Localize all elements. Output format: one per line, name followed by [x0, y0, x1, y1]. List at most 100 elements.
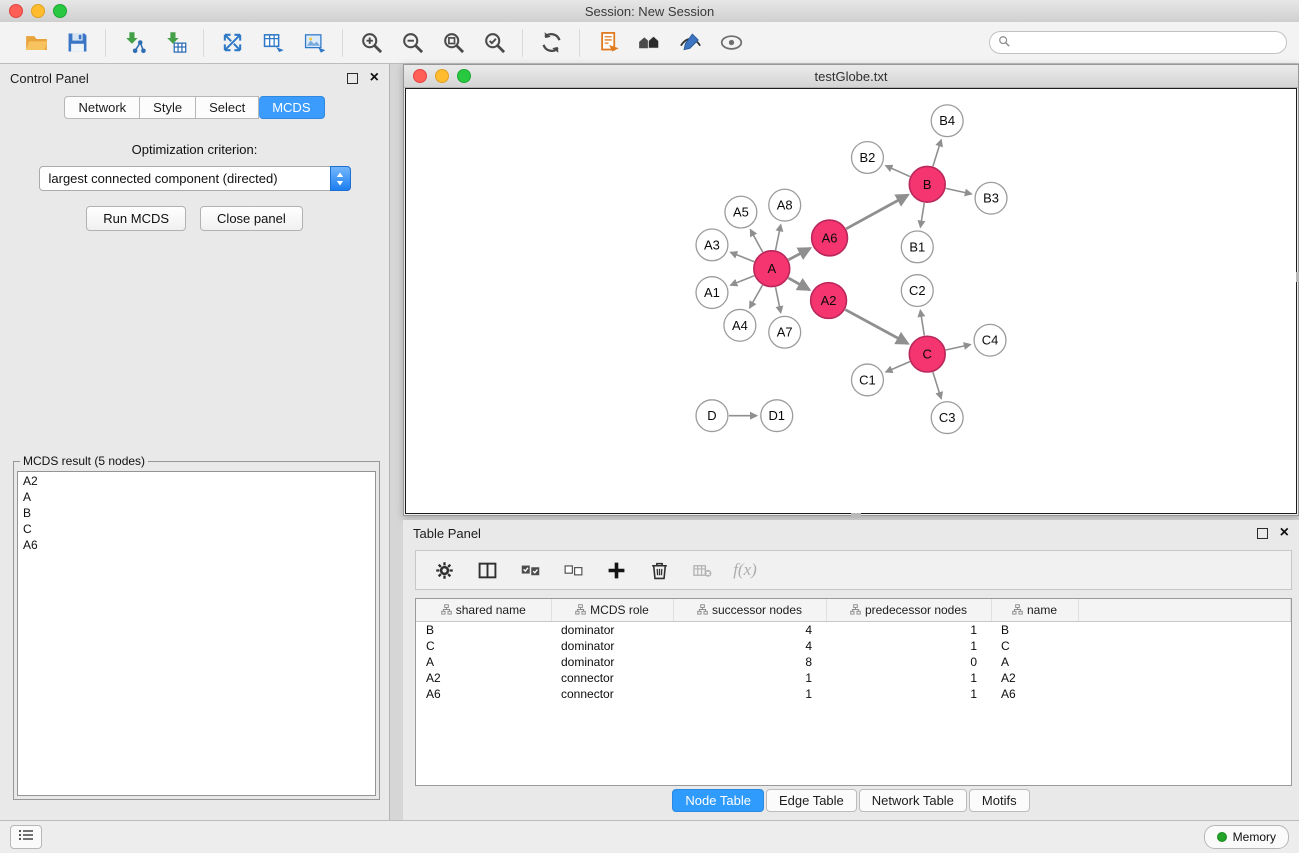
task-history-button[interactable]: [10, 825, 42, 849]
table-float-panel-icon[interactable]: [1257, 528, 1268, 539]
table-cell[interactable]: 1: [826, 638, 991, 654]
table-row[interactable]: Bdominator41B: [416, 622, 1291, 639]
column-layout-button[interactable]: [475, 558, 499, 582]
export-image-button[interactable]: [301, 30, 327, 56]
table-cell[interactable]: A6: [416, 686, 551, 702]
table-cell[interactable]: 8: [673, 654, 826, 670]
column-header[interactable]: shared name: [416, 599, 551, 622]
graph-edge-C-C4[interactable]: [946, 345, 971, 351]
refresh-layout-button[interactable]: [538, 30, 564, 56]
graph-edge-A6-B[interactable]: [846, 195, 908, 229]
table-cell[interactable]: B: [416, 622, 551, 639]
tab-network[interactable]: Network: [64, 96, 140, 119]
table-cell[interactable]: dominator: [551, 638, 673, 654]
column-header[interactable]: MCDS role: [551, 599, 673, 622]
table-close-panel-icon[interactable]: ×: [1280, 525, 1289, 541]
result-item[interactable]: B: [23, 505, 370, 521]
tab-node-table[interactable]: Node Table: [672, 789, 764, 812]
graph-edge-A-A8[interactable]: [776, 225, 781, 251]
memory-button[interactable]: Memory: [1204, 825, 1289, 849]
search-box[interactable]: [989, 31, 1287, 54]
graph-edge-C-C2[interactable]: [920, 310, 924, 335]
table-cell[interactable]: A6: [991, 686, 1078, 702]
close-panel-icon[interactable]: ×: [370, 70, 379, 86]
show-hide-graphics-button[interactable]: [718, 30, 744, 56]
graph-edge-A-A3[interactable]: [730, 252, 754, 261]
graph-edge-A-A4[interactable]: [750, 285, 763, 308]
table-cell[interactable]: C: [416, 638, 551, 654]
table-cell[interactable]: 4: [673, 622, 826, 639]
tab-select[interactable]: Select: [196, 96, 259, 119]
zoom-window-button[interactable]: [53, 4, 67, 18]
run-mcds-button[interactable]: Run MCDS: [86, 206, 186, 231]
table-cell[interactable]: A: [416, 654, 551, 670]
table-cell[interactable]: A: [991, 654, 1078, 670]
table-cell[interactable]: 1: [826, 622, 991, 639]
new-network-from-table-button[interactable]: [260, 30, 286, 56]
table-row[interactable]: A2connector11A2: [416, 670, 1291, 686]
table-cell[interactable]: 1: [826, 670, 991, 686]
optimization-criterion-select[interactable]: largest connected component (directed): [39, 166, 351, 191]
table-cell[interactable]: B: [991, 622, 1078, 639]
table-cell[interactable]: 4: [673, 638, 826, 654]
network-minimize-button[interactable]: [435, 69, 449, 83]
save-session-button[interactable]: [64, 30, 90, 56]
graph-edge-C-C1[interactable]: [886, 362, 910, 372]
annotation-mode-button[interactable]: [677, 30, 703, 56]
table-cell[interactable]: A2: [416, 670, 551, 686]
mcds-result-list[interactable]: A2ABCA6: [17, 471, 376, 796]
table-cell[interactable]: dominator: [551, 622, 673, 639]
new-network-button[interactable]: [219, 30, 245, 56]
network-canvas[interactable]: B4B2BB3A5A8A6B1A3AC2A1A2A4A7C4CC1C3DD1: [405, 88, 1297, 514]
import-network-file-button[interactable]: [121, 30, 147, 56]
open-folder-button[interactable]: [23, 30, 49, 56]
network-zoom-button[interactable]: [457, 69, 471, 83]
table-cell[interactable]: 0: [826, 654, 991, 670]
close-panel-button[interactable]: Close panel: [200, 206, 303, 231]
tab-motifs[interactable]: Motifs: [969, 789, 1030, 812]
table-cell[interactable]: dominator: [551, 654, 673, 670]
graph-edge-B-B1[interactable]: [920, 203, 924, 227]
graph-edge-B-B3[interactable]: [946, 188, 972, 194]
network-graph[interactable]: B4B2BB3A5A8A6B1A3AC2A1A2A4A7C4CC1C3DD1: [406, 89, 1296, 513]
delete-columns-button[interactable]: [647, 558, 671, 582]
result-item[interactable]: C: [23, 521, 370, 537]
table-cell[interactable]: 1: [673, 686, 826, 702]
tab-style[interactable]: Style: [140, 96, 196, 119]
result-item[interactable]: A: [23, 489, 370, 505]
result-item[interactable]: A2: [23, 473, 370, 489]
graph-edge-B-B4[interactable]: [933, 140, 941, 167]
graph-edge-A-A1[interactable]: [730, 276, 754, 285]
tab-mcds[interactable]: MCDS: [259, 96, 324, 119]
graph-edge-A-A5[interactable]: [750, 230, 762, 253]
function-builder-button[interactable]: f(x): [733, 558, 757, 582]
tab-edge-table[interactable]: Edge Table: [766, 789, 857, 812]
table-cell[interactable]: connector: [551, 670, 673, 686]
graph-edge-A-A2[interactable]: [788, 278, 809, 290]
table-row[interactable]: Adominator80A: [416, 654, 1291, 670]
delete-table-button[interactable]: [690, 558, 714, 582]
first-neighbors-button[interactable]: [636, 30, 662, 56]
table-cell[interactable]: 1: [673, 670, 826, 686]
graph-edge-A2-C[interactable]: [845, 310, 908, 344]
deselect-all-checkboxes-button[interactable]: [561, 558, 585, 582]
import-table-file-button[interactable]: [162, 30, 188, 56]
float-panel-icon[interactable]: [347, 73, 358, 84]
zoom-selected-button[interactable]: [481, 30, 507, 56]
table-cell[interactable]: C: [991, 638, 1078, 654]
column-header[interactable]: successor nodes: [673, 599, 826, 622]
settings-gear-button[interactable]: [432, 558, 456, 582]
search-input[interactable]: [1015, 35, 1278, 51]
graph-edge-A-A6[interactable]: [788, 248, 810, 260]
table-row[interactable]: A6connector11A6: [416, 686, 1291, 702]
table-row[interactable]: Cdominator41C: [416, 638, 1291, 654]
network-horizontal-scrollbar[interactable]: [851, 513, 861, 516]
snapshot-button[interactable]: [595, 30, 621, 56]
network-close-button[interactable]: [413, 69, 427, 83]
table-cell[interactable]: 1: [826, 686, 991, 702]
graph-edge-C-C3[interactable]: [933, 372, 941, 399]
column-header[interactable]: name: [991, 599, 1078, 622]
result-item[interactable]: A6: [23, 537, 370, 553]
add-column-button[interactable]: [604, 558, 628, 582]
zoom-out-button[interactable]: [399, 30, 425, 56]
